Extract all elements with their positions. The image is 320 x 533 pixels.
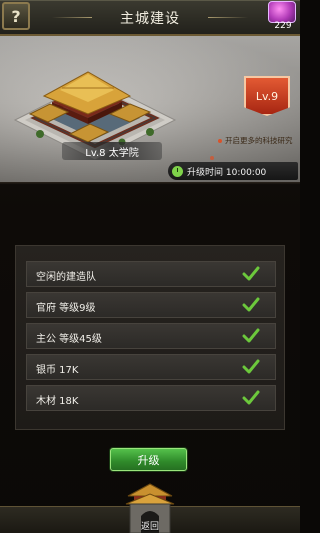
requirement-row: 木材 18K (26, 385, 276, 411)
upgrade-time: 升级时间 10:00:00 (187, 167, 267, 178)
page-title: 主城建设 (120, 11, 180, 27)
upgrade-time-bar: 升级时间 10:00:00 (168, 162, 298, 180)
building-name: Lv.8 太学院 (85, 147, 139, 159)
gem-icon[interactable] (268, 1, 296, 23)
unlock-text: 开启更多的科技研究 (225, 136, 293, 145)
check-icon (242, 328, 260, 343)
divider (0, 182, 300, 185)
upgrade-button-label: 升级 (137, 453, 160, 467)
requirement-row: 银币 17K (26, 354, 276, 380)
requirement-row: 官府 等级9级 (26, 292, 276, 318)
clock-icon (172, 165, 183, 177)
decor-dot (210, 156, 214, 160)
question-mark-icon: ? (11, 6, 21, 26)
requirement-label: 木材 18K (36, 396, 79, 407)
top-bar: ? 主城建设 229 (0, 0, 300, 36)
check-icon (242, 390, 260, 405)
check-icon (242, 359, 260, 374)
building-name-plate: Lv.8 太学院 (62, 142, 162, 160)
check-icon (242, 266, 260, 281)
upgrade-screen: ? 主城建设 229 Lv.9 开启更多的科技研究 Lv.8 太学院 升级时间 … (0, 0, 300, 533)
requirement-label: 主公 等级45级 (36, 334, 102, 345)
requirement-label: 官府 等级9级 (36, 303, 96, 314)
requirements-panel: 空闲的建造队 官府 等级9级 主公 等级45级 银币 17K 木材 18K (15, 245, 285, 430)
gem-count: 229 (274, 21, 292, 31)
upgrade-button[interactable]: 升级 (110, 448, 187, 471)
unlock-info: 开启更多的科技研究 (218, 135, 300, 146)
requirement-label: 空闲的建造队 (36, 272, 96, 283)
bullet-icon (218, 139, 222, 143)
requirement-row: 空闲的建造队 (26, 261, 276, 287)
title-ornament-right (208, 17, 248, 18)
check-icon (242, 297, 260, 312)
next-level-label: Lv.9 (255, 89, 279, 103)
requirement-label: 银币 17K (36, 365, 79, 376)
building-preview: Lv.9 开启更多的科技研究 Lv.8 太学院 升级时间 10:00:00 (0, 36, 300, 182)
return-button-label[interactable]: 返回 (124, 519, 176, 532)
requirement-row: 主公 等级45级 (26, 323, 276, 349)
help-button[interactable]: ? (2, 2, 30, 30)
title-ornament-left (52, 17, 92, 18)
